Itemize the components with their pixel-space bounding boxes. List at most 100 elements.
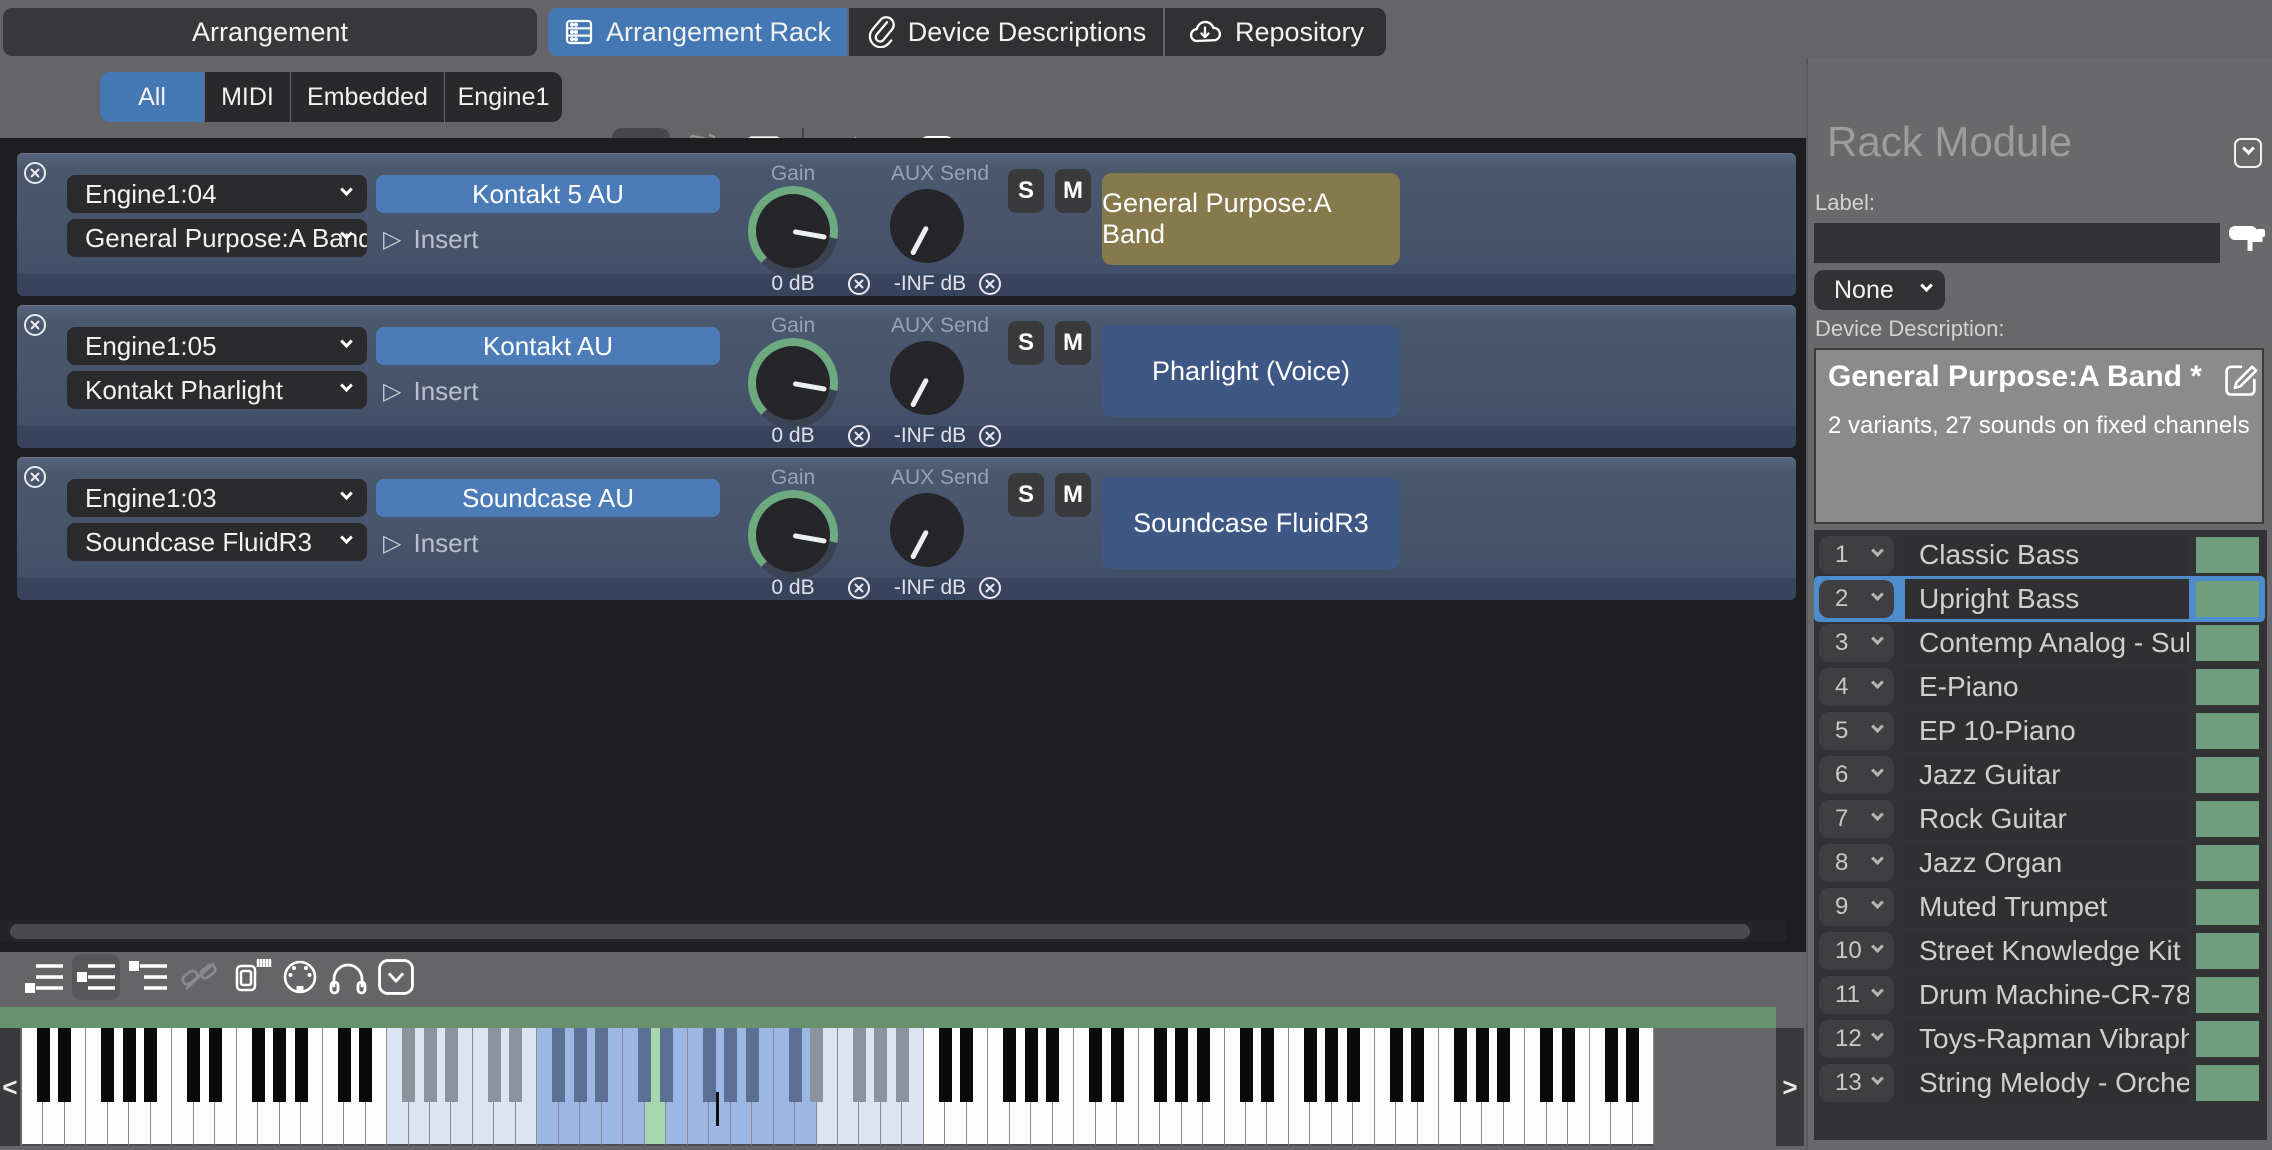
- filter-embedded[interactable]: Embedded: [291, 72, 444, 122]
- sound-color-swatch[interactable]: [2196, 1021, 2259, 1057]
- sound-number-dropdown[interactable]: 10: [1819, 932, 1894, 970]
- sound-color-swatch[interactable]: [2196, 801, 2259, 837]
- sound-color-swatch[interactable]: [2196, 845, 2259, 881]
- sound-number-dropdown[interactable]: 4: [1819, 668, 1894, 706]
- filter-midi[interactable]: MIDI: [205, 72, 290, 122]
- sound-name-field[interactable]: Upright Bass: [1905, 579, 2189, 619]
- black-key[interactable]: [874, 1028, 887, 1102]
- horizontal-scrollbar[interactable]: [0, 920, 1786, 942]
- horizontal-scrollbar-thumb[interactable]: [10, 924, 1750, 939]
- black-key[interactable]: [1390, 1028, 1403, 1102]
- tab-repository[interactable]: Repository: [1165, 8, 1386, 56]
- sound-number-dropdown[interactable]: 3: [1819, 624, 1894, 662]
- module-type-dropdown[interactable]: None: [1814, 270, 1945, 310]
- sound-number-dropdown[interactable]: 11: [1819, 976, 1894, 1014]
- black-key[interactable]: [1540, 1028, 1553, 1102]
- view-list-bottom-button[interactable]: [20, 954, 68, 1000]
- black-key[interactable]: [960, 1028, 973, 1102]
- black-key[interactable]: [295, 1028, 308, 1102]
- black-key[interactable]: [252, 1028, 265, 1102]
- sound-number-dropdown[interactable]: 6: [1819, 756, 1894, 794]
- plugin-button[interactable]: Kontakt 5 AU: [376, 175, 720, 213]
- black-key[interactable]: [424, 1028, 437, 1102]
- black-key[interactable]: [123, 1028, 136, 1102]
- sound-number-dropdown[interactable]: 12: [1819, 1020, 1894, 1058]
- sound-color-swatch[interactable]: [2196, 625, 2259, 661]
- label-input[interactable]: [1814, 223, 2220, 263]
- broken-link-button[interactable]: [176, 954, 224, 1000]
- sound-row[interactable]: 8Jazz Organ: [1817, 843, 2262, 883]
- sound-name-field[interactable]: Jazz Guitar: [1905, 755, 2189, 795]
- black-key[interactable]: [37, 1028, 50, 1102]
- sound-number-dropdown[interactable]: 9: [1819, 888, 1894, 926]
- sound-name-field[interactable]: Jazz Organ: [1905, 843, 2189, 883]
- black-key[interactable]: [1454, 1028, 1467, 1102]
- black-key[interactable]: [1325, 1028, 1338, 1102]
- midi-din-button[interactable]: [276, 954, 324, 1000]
- sound-row[interactable]: 12Toys-Rapman Vibraphon: [1817, 1019, 2262, 1059]
- sound-number-dropdown[interactable]: 7: [1819, 800, 1894, 838]
- black-key[interactable]: [1175, 1028, 1188, 1102]
- aux-send-knob[interactable]: [890, 341, 964, 415]
- sound-name-field[interactable]: Classic Bass: [1905, 535, 2189, 575]
- black-key[interactable]: [552, 1028, 565, 1102]
- tab-arrangement[interactable]: Arrangement: [3, 8, 537, 56]
- sound-color-swatch[interactable]: [2196, 757, 2259, 793]
- black-key[interactable]: [746, 1028, 759, 1102]
- keyboard-scroll-left-button[interactable]: <: [0, 1028, 20, 1146]
- mute-button[interactable]: M: [1055, 169, 1091, 213]
- sound-row[interactable]: 13String Melody - Orchest: [1817, 1063, 2262, 1103]
- sound-row[interactable]: 3 Contemp Analog - Sub B: [1817, 623, 2262, 663]
- black-key[interactable]: [273, 1028, 286, 1102]
- mute-button[interactable]: M: [1055, 321, 1091, 365]
- plugin-button[interactable]: Kontakt AU: [376, 327, 720, 365]
- sound-name-field[interactable]: E-Piano: [1905, 667, 2189, 707]
- aux-send-knob[interactable]: [890, 189, 964, 263]
- gain-knob[interactable]: [748, 186, 838, 276]
- black-key[interactable]: [1111, 1028, 1124, 1102]
- sound-color-swatch[interactable]: [2196, 669, 2259, 705]
- black-key[interactable]: [1411, 1028, 1424, 1102]
- black-key[interactable]: [1025, 1028, 1038, 1102]
- remove-row-button[interactable]: [23, 465, 47, 489]
- remove-row-button[interactable]: [23, 161, 47, 185]
- sound-name-field[interactable]: Drum Machine-CR-78: [1905, 975, 2189, 1015]
- black-key[interactable]: [209, 1028, 222, 1102]
- filter-all[interactable]: All: [100, 72, 204, 122]
- sound-row[interactable]: 11 Drum Machine-CR-78: [1817, 975, 2262, 1015]
- black-key[interactable]: [402, 1028, 415, 1102]
- piano-keys[interactable]: [22, 1028, 1654, 1146]
- insert-button[interactable]: ▷Insert: [383, 528, 479, 559]
- black-key[interactable]: [1562, 1028, 1575, 1102]
- black-key[interactable]: [1003, 1028, 1016, 1102]
- edit-description-button[interactable]: [2221, 358, 2261, 405]
- black-key[interactable]: [810, 1028, 823, 1102]
- device-description-box[interactable]: General Purpose:A Band * 2 variants, 27 …: [1814, 348, 2264, 524]
- remove-row-button[interactable]: [23, 313, 47, 337]
- sound-color-swatch[interactable]: [2196, 581, 2259, 617]
- black-key[interactable]: [1240, 1028, 1253, 1102]
- sound-color-swatch[interactable]: [2196, 713, 2259, 749]
- black-key[interactable]: [101, 1028, 114, 1102]
- sound-color-swatch[interactable]: [2196, 977, 2259, 1013]
- black-key[interactable]: [660, 1028, 673, 1102]
- black-key[interactable]: [488, 1028, 501, 1102]
- tab-device-descriptions[interactable]: Device Descriptions: [849, 8, 1163, 56]
- device-target-button[interactable]: General Purpose:A Band: [1102, 173, 1400, 265]
- sound-color-swatch[interactable]: [2196, 537, 2259, 573]
- black-key[interactable]: [58, 1028, 71, 1102]
- black-key[interactable]: [445, 1028, 458, 1102]
- black-key[interactable]: [703, 1028, 716, 1102]
- sound-row[interactable]: 4 E-Piano: [1817, 667, 2262, 707]
- sound-number-dropdown[interactable]: 1: [1819, 536, 1894, 574]
- black-key[interactable]: [638, 1028, 651, 1102]
- black-key[interactable]: [1476, 1028, 1489, 1102]
- black-key[interactable]: [574, 1028, 587, 1102]
- paint-roller-icon[interactable]: [2228, 221, 2268, 268]
- sound-name-field[interactable]: Contemp Analog - Sub B: [1905, 623, 2189, 663]
- black-key[interactable]: [1197, 1028, 1210, 1102]
- panel-collapse-button[interactable]: [2234, 138, 2262, 168]
- sound-row[interactable]: 6 Jazz Guitar: [1817, 755, 2262, 795]
- engine-dropdown[interactable]: Engine1:05: [67, 327, 367, 365]
- black-key[interactable]: [896, 1028, 909, 1102]
